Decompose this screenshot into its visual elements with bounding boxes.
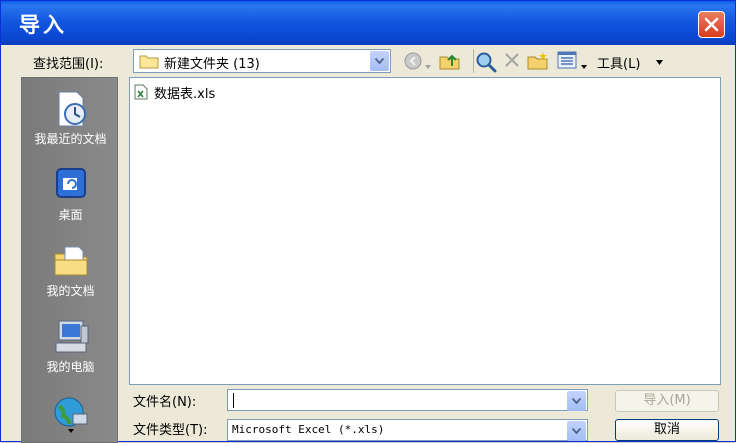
back-dropdown[interactable] xyxy=(425,58,431,73)
look-in-label: 查找范围(I): xyxy=(33,57,104,72)
tools-dropdown-icon[interactable] xyxy=(656,60,663,65)
look-in-value: 新建文件夹 (13) xyxy=(164,57,260,72)
new-folder-button[interactable] xyxy=(527,51,549,75)
folder-icon xyxy=(139,55,159,69)
desktop-icon xyxy=(55,168,86,198)
toolbar-separator xyxy=(473,49,474,73)
network-places-icon xyxy=(54,397,87,433)
place-label-desktop: 桌面 xyxy=(58,208,83,222)
place-network[interactable] xyxy=(22,392,119,434)
title-bar[interactable]: 导入 xyxy=(1,1,735,45)
filename-input[interactable] xyxy=(227,389,588,411)
views-dropdown[interactable] xyxy=(581,58,587,73)
look-in-dropdown-arrow[interactable] xyxy=(370,51,389,71)
filename-label: 文件名(N): xyxy=(133,395,197,410)
new-folder-icon xyxy=(527,52,548,70)
cancel-button[interactable]: 取消 xyxy=(615,419,719,441)
file-list[interactable]: 数据表.xls xyxy=(129,77,721,385)
small-arrow-icon xyxy=(425,65,431,69)
chevron-down-icon xyxy=(572,398,581,404)
filetype-dropdown[interactable]: Microsoft Excel (*.xls) xyxy=(227,419,588,441)
import-dialog: 导入 查找范围(I): 新建文件夹 (13) 工具(L) 我最近的文档 桌面 我… xyxy=(0,0,736,443)
text-caret xyxy=(233,393,234,408)
filetype-label: 文件类型(T): xyxy=(133,423,208,438)
close-icon xyxy=(704,17,719,32)
places-bar: 我最近的文档 桌面 我的文档 我的电脑 xyxy=(21,77,118,443)
filetype-value: Microsoft Excel (*.xls) xyxy=(232,423,385,436)
toolbar xyxy=(399,49,699,75)
tools-menu[interactable]: 工具(L) xyxy=(597,53,640,72)
search-web-button[interactable] xyxy=(475,51,497,77)
chevron-down-icon xyxy=(572,428,581,434)
place-my-documents[interactable]: 我的文档 xyxy=(22,242,119,299)
close-button[interactable] xyxy=(698,11,725,38)
file-name: 数据表.xls xyxy=(154,87,216,102)
back-button[interactable] xyxy=(403,51,423,75)
my-computer-icon xyxy=(55,320,88,353)
up-folder-button[interactable] xyxy=(439,51,461,75)
dialog-title: 导入 xyxy=(19,13,67,37)
views-icon xyxy=(557,51,577,69)
chevron-down-icon xyxy=(375,58,384,64)
place-label-my-documents: 我的文档 xyxy=(46,284,95,298)
views-button[interactable] xyxy=(557,51,577,73)
delete-icon xyxy=(505,53,519,67)
look-in-dropdown[interactable]: 新建文件夹 (13) xyxy=(133,49,391,73)
up-folder-icon xyxy=(439,54,460,70)
back-icon xyxy=(404,52,422,70)
place-label-recent: 我最近的文档 xyxy=(34,132,107,146)
recent-documents-icon xyxy=(58,91,86,127)
excel-file-icon xyxy=(134,84,148,100)
filename-dropdown-arrow[interactable] xyxy=(567,391,586,411)
filetype-dropdown-arrow[interactable] xyxy=(567,421,586,441)
place-my-computer[interactable]: 我的电脑 xyxy=(22,318,119,375)
import-button[interactable]: 导入(M) xyxy=(615,390,719,412)
small-arrow-icon xyxy=(581,65,587,69)
my-documents-icon xyxy=(54,246,87,276)
search-web-icon xyxy=(476,52,497,73)
place-recent-documents[interactable]: 我最近的文档 xyxy=(22,90,119,147)
delete-button[interactable] xyxy=(503,51,521,73)
place-label-my-computer: 我的电脑 xyxy=(46,360,95,374)
place-desktop[interactable]: 桌面 xyxy=(22,166,119,223)
